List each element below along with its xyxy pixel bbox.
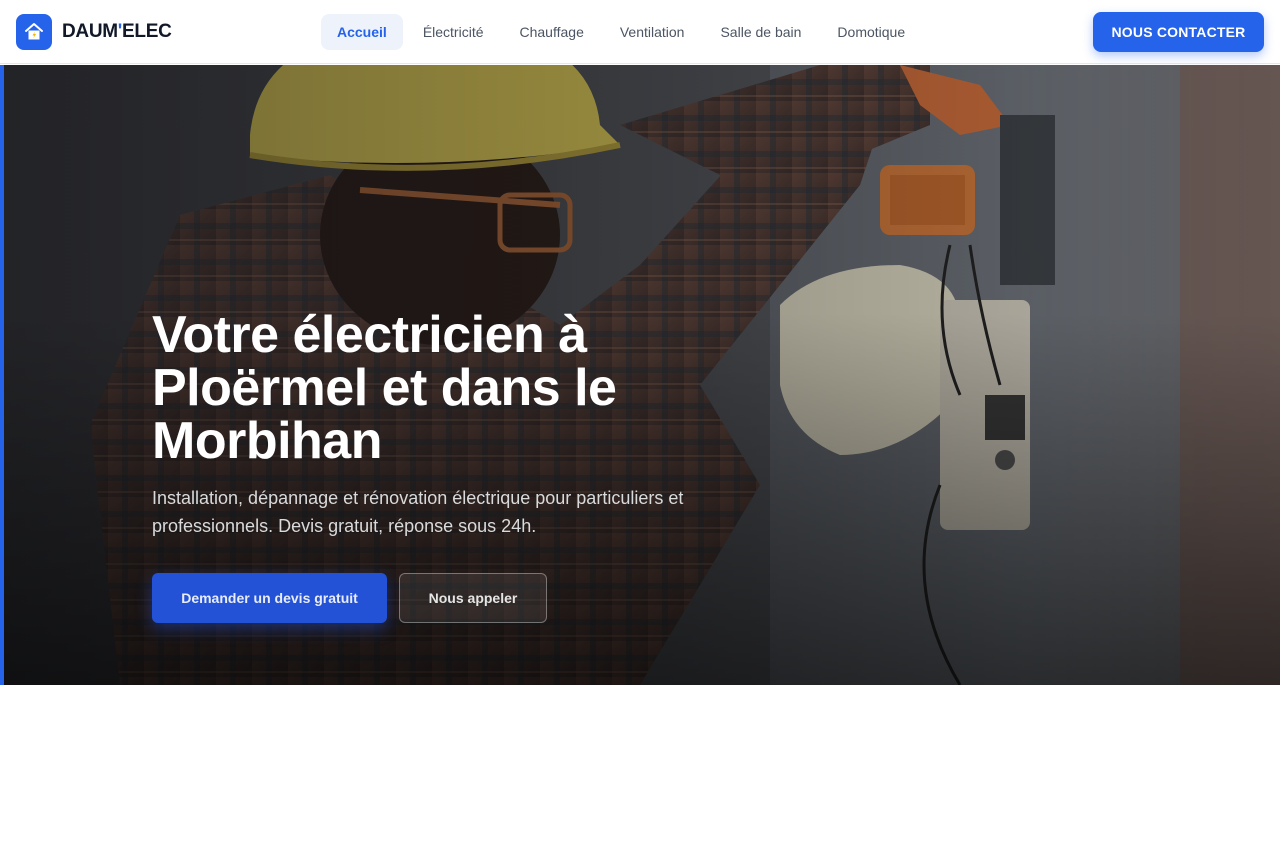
site-header: DAUM'ELEC Accueil Électricité Chauffage …	[0, 0, 1280, 64]
hero-subtitle: Installation, dépannage et rénovation él…	[152, 488, 684, 536]
hero-section: Votre électricien à Ploërmel et dans le …	[0, 65, 1280, 685]
nav-item-accueil[interactable]: Accueil	[321, 14, 403, 50]
nav-item-domotique[interactable]: Domotique	[821, 14, 921, 50]
hero-title: Votre électricien à Ploërmel et dans le …	[152, 306, 617, 470]
house-icon	[16, 14, 52, 50]
hero-actions: Demander un devis gratuit Nous appeler	[152, 573, 792, 623]
nav-item-chauffage[interactable]: Chauffage	[504, 14, 600, 50]
call-us-button[interactable]: Nous appeler	[399, 573, 547, 623]
nav-item-salle-de-bain[interactable]: Salle de bain	[704, 14, 817, 50]
nav-item-electricite[interactable]: Électricité	[407, 14, 500, 50]
brand-name: DAUM'ELEC	[62, 21, 172, 42]
main-nav: Accueil Électricité Chauffage Ventilatio…	[321, 14, 925, 50]
hero-accent-bar	[0, 65, 4, 685]
request-quote-button[interactable]: Demander un devis gratuit	[152, 573, 387, 623]
site-logo[interactable]: DAUM'ELEC	[16, 14, 172, 50]
hero-content: Votre électricien à Ploërmel et dans le …	[152, 309, 792, 623]
nav-item-ventilation[interactable]: Ventilation	[604, 14, 701, 50]
contact-button[interactable]: NOUS CONTACTER	[1093, 12, 1264, 52]
